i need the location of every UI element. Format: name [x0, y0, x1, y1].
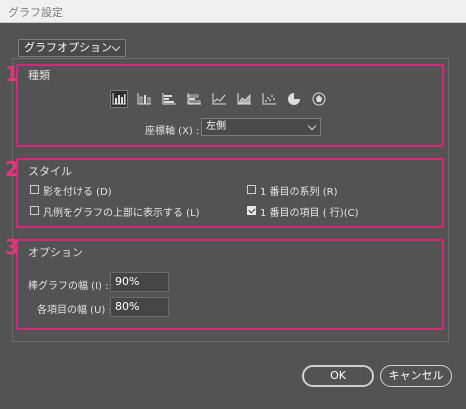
window-title: グラフ設定: [8, 6, 63, 19]
item-width-label: 各項目の幅 (U) :: [37, 305, 112, 316]
bar-width-label: 棒グラフの幅 (I) :: [28, 281, 109, 292]
type-section-label: 種類: [28, 69, 50, 82]
grouped-bar-icon[interactable]: [160, 90, 178, 108]
cancel-button[interactable]: キャンセル: [380, 365, 452, 387]
radar-chart-icon[interactable]: [310, 90, 328, 108]
first-item-checkbox[interactable]: [247, 206, 256, 215]
section-number-3: 3: [5, 235, 19, 259]
stacked-column-icon[interactable]: [135, 90, 153, 108]
ok-button[interactable]: OK: [302, 365, 374, 387]
bar-width-input[interactable]: 90%: [110, 272, 169, 292]
first-item-label: 1 番目の項目 ( 行)(C): [260, 208, 359, 219]
chevron-down-icon: [307, 121, 317, 131]
stacked-bar-icon[interactable]: [185, 90, 203, 108]
area-chart-icon[interactable]: [235, 90, 253, 108]
axis-label: 座標軸 (X) :: [145, 126, 200, 137]
graph-options-dropdown[interactable]: グラフオプション: [18, 39, 126, 57]
axis-select-value: 左側: [206, 121, 226, 132]
shadow-checkbox[interactable]: [30, 185, 39, 194]
axis-select[interactable]: 左側: [201, 118, 321, 136]
first-series-checkbox[interactable]: [247, 185, 256, 194]
grouped-column-icon[interactable]: [110, 90, 128, 108]
legend-top-checkbox[interactable]: [30, 206, 39, 215]
pie-chart-icon[interactable]: [285, 90, 303, 108]
chevron-down-icon: [111, 42, 121, 52]
options-section-label: オプション: [28, 246, 83, 259]
dropdown-selected: グラフオプション: [24, 41, 112, 54]
item-width-value: 80%: [115, 300, 140, 313]
section-number-1: 1: [5, 62, 19, 86]
bar-width-value: 90%: [115, 275, 140, 288]
title-bar: グラフ設定: [0, 0, 466, 23]
style-section-label: スタイル: [28, 165, 72, 178]
first-series-label: 1 番目の系列 (R): [260, 187, 338, 198]
legend-top-label: 凡例をグラフの上部に表示する (L): [43, 208, 200, 219]
item-width-input[interactable]: 80%: [110, 297, 169, 317]
scatter-chart-icon[interactable]: [260, 90, 278, 108]
shadow-label: 影を付ける (D): [43, 187, 112, 198]
line-chart-icon[interactable]: [210, 90, 228, 108]
section-number-2: 2: [5, 157, 19, 181]
